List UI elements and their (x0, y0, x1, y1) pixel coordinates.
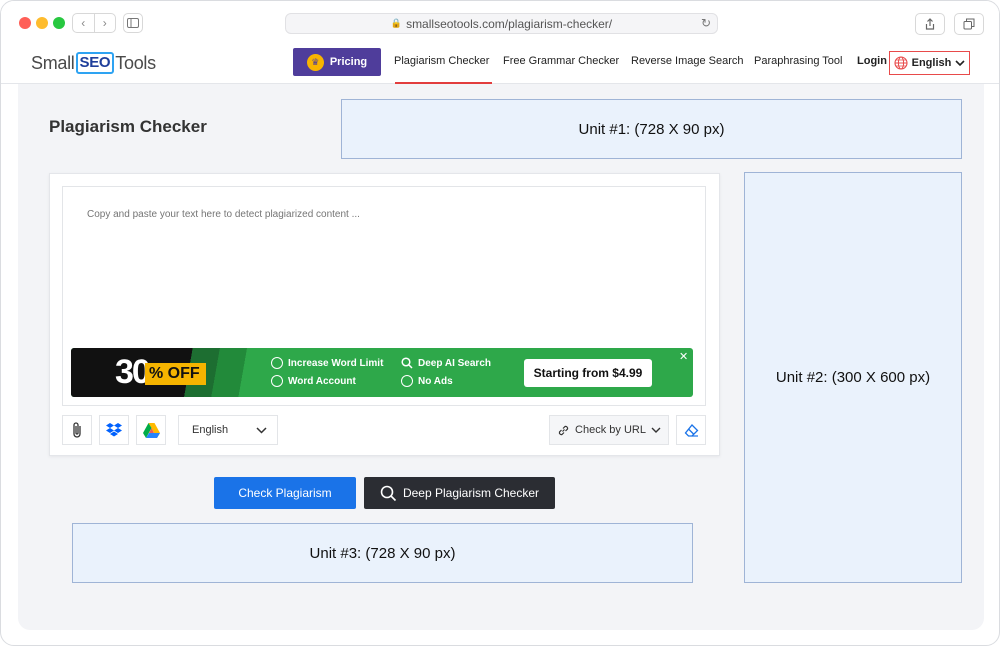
link-icon (558, 425, 569, 435)
close-icon[interactable]: ✕ (679, 350, 688, 363)
deep-plagiarism-checker-button[interactable]: Deep Plagiarism Checker (364, 477, 555, 509)
ad-unit-2: Unit #2: (300 X 600 px) (744, 172, 962, 583)
minimize-window-button[interactable] (36, 17, 48, 29)
address-bar[interactable]: 🔒 smallseotools.com/plagiarism-checker/ … (285, 13, 718, 34)
reload-icon[interactable]: ↻ (701, 16, 711, 30)
no-ads-icon (401, 375, 413, 387)
chevron-down-icon (955, 59, 965, 66)
promo-cta-button[interactable]: Starting from $4.99 (524, 359, 652, 387)
browser-toolbar: ‹ › 🔒 smallseotools.com/plagiarism-check… (1, 1, 999, 45)
sidebar-toggle-button[interactable] (123, 13, 143, 33)
ad-unit-3: Unit #3: (728 X 90 px) (72, 523, 693, 583)
ad-unit-1-label: Unit #1: (728 X 90 px) (578, 120, 725, 138)
promo-feature-no-ads: No Ads (401, 375, 453, 387)
ad-unit-3-label: Unit #3: (728 X 90 px) (309, 544, 456, 562)
check-by-url-button[interactable]: Check by URL (549, 415, 669, 445)
tabs-icon (963, 18, 975, 30)
promo-feature-word-account: Word Account (271, 375, 356, 387)
promo-feature-word-limit: Increase Word Limit (271, 357, 383, 369)
attach-file-button[interactable] (62, 415, 92, 445)
clear-text-button[interactable] (676, 415, 706, 445)
dropbox-icon (106, 423, 122, 437)
maximize-window-button[interactable] (53, 17, 65, 29)
google-drive-button[interactable] (136, 415, 166, 445)
logo-text-tools: Tools (115, 52, 156, 73)
logo-text-small: Small (31, 52, 75, 73)
pricing-label: Pricing (329, 56, 368, 68)
history-nav: ‹ › (72, 13, 116, 33)
page-title: Plagiarism Checker (49, 117, 207, 136)
login-link[interactable]: Login (857, 55, 887, 67)
share-icon (925, 18, 935, 30)
tabs-overview-button[interactable] (954, 13, 984, 35)
search-icon (401, 357, 413, 369)
user-icon (271, 375, 283, 387)
promo-banner[interactable]: 30 % OFF Increase Word Limit Word Accoun… (71, 348, 693, 397)
globe-icon (894, 56, 908, 70)
promo-discount-number: 30 (115, 353, 151, 391)
browser-window: ‹ › 🔒 smallseotools.com/plagiarism-check… (0, 0, 1000, 646)
share-button[interactable] (915, 13, 945, 35)
promo-feature-deep-ai-search: Deep AI Search (401, 357, 491, 369)
promo-feature-label: Increase Word Limit (288, 357, 384, 369)
dropbox-button[interactable] (99, 415, 129, 445)
sidebar-icon (127, 18, 139, 28)
language-label: English (911, 57, 952, 69)
site-header: Small SEO Tools ♛ Pricing Plagiarism Check… (1, 45, 999, 84)
paperclip-icon (73, 422, 81, 438)
deep-plagiarism-checker-label: Deep Plagiarism Checker (402, 486, 540, 500)
promo-discount-label: % OFF (145, 363, 206, 385)
promo-feature-label: Deep AI Search (418, 357, 491, 369)
logo-text-seo: SEO (75, 52, 115, 74)
forward-icon[interactable]: › (95, 14, 116, 32)
check-plagiarism-button[interactable]: Check Plagiarism (214, 477, 356, 509)
check-by-url-label: Check by URL (575, 424, 646, 436)
promo-feature-label: No Ads (418, 375, 453, 387)
site-logo[interactable]: Small SEO Tools (31, 52, 156, 74)
crown-icon: ♛ (306, 53, 324, 71)
lock-icon: 🔒 (390, 18, 403, 28)
ad-unit-2-label: Unit #2: (300 X 600 px) (775, 369, 931, 386)
nav-free-grammar-checker[interactable]: Free Grammar Checker (503, 55, 619, 67)
close-window-button[interactable] (19, 17, 31, 29)
nav-plagiarism-checker[interactable]: Plagiarism Checker (394, 55, 489, 67)
promo-feature-label: Word Account (288, 375, 356, 387)
eraser-icon (684, 423, 698, 437)
back-icon[interactable]: ‹ (73, 14, 95, 32)
google-drive-icon (142, 422, 160, 438)
language-select-value: English (192, 424, 229, 436)
nav-paraphrasing-tool[interactable]: Paraphrasing Tool (754, 55, 842, 67)
language-select[interactable]: English (178, 415, 278, 445)
address-bar-url: smallseotools.com/plagiarism-checker/ (406, 16, 613, 31)
ad-unit-1: Unit #1: (728 X 90 px) (341, 99, 962, 159)
pricing-button[interactable]: ♛ Pricing (293, 48, 381, 76)
search-icon (380, 485, 397, 501)
chevron-down-icon (256, 426, 267, 434)
chevron-down-icon (651, 427, 661, 433)
language-selector[interactable]: English (889, 51, 970, 75)
nav-reverse-image-search[interactable]: Reverse Image Search (631, 55, 744, 67)
word-limit-icon (271, 357, 283, 369)
